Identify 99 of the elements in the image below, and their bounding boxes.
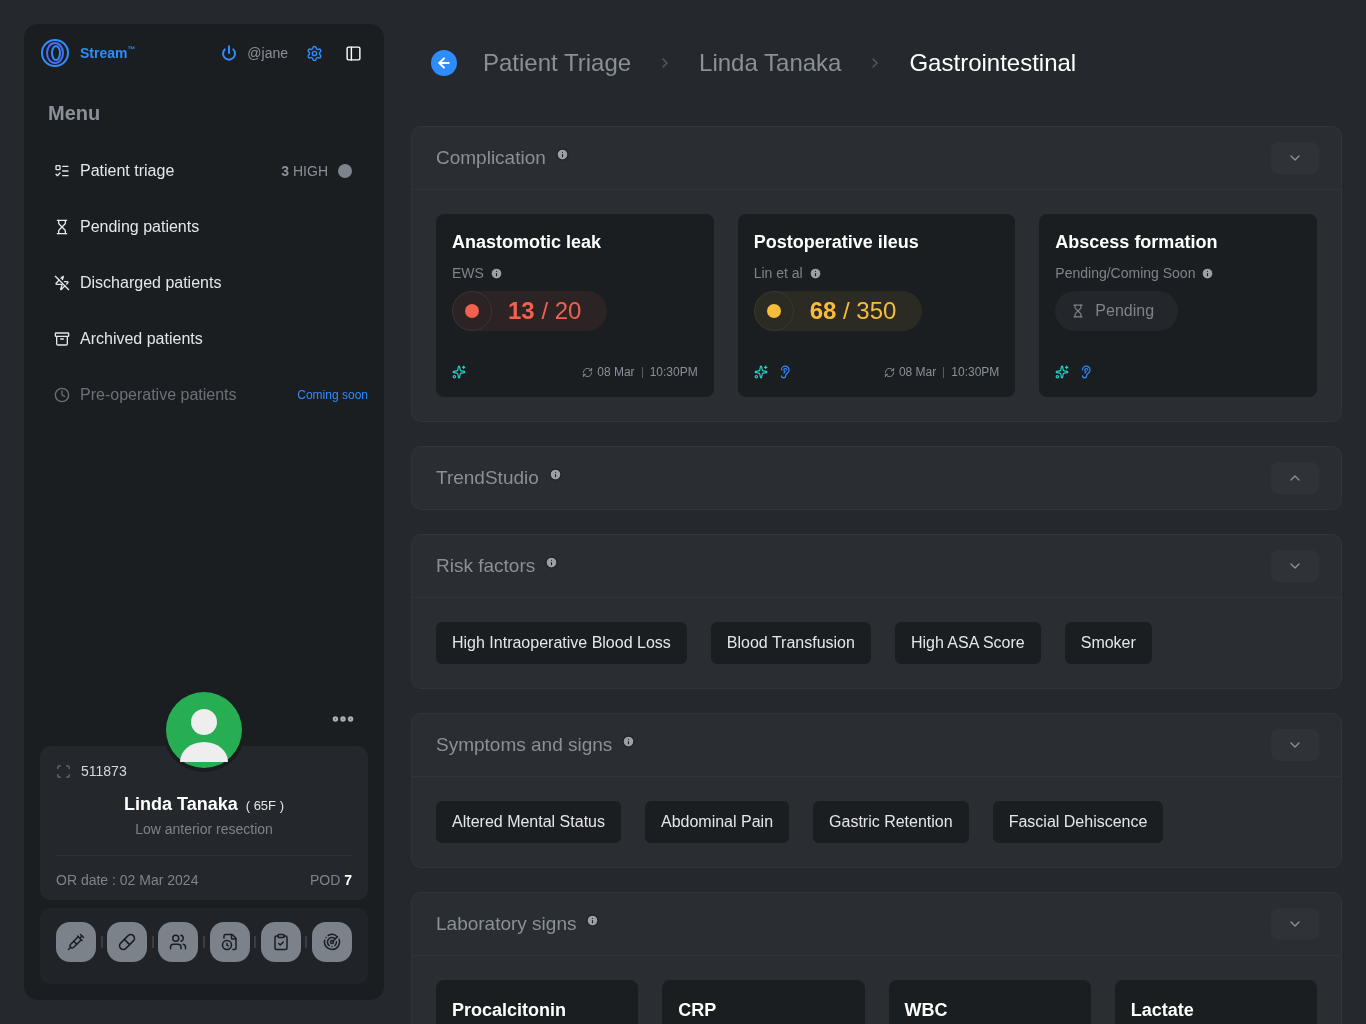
collapse-toggle[interactable] xyxy=(1271,550,1319,582)
score-source: Pending/Coming Soon xyxy=(1055,265,1196,281)
tag: Abdominal Pain xyxy=(644,801,790,843)
time: 10:30PM xyxy=(649,365,698,379)
status-dot xyxy=(338,164,352,178)
tag: Gastric Retention xyxy=(813,801,969,843)
scan-icon xyxy=(56,763,71,779)
score-value: 68 / 350 xyxy=(809,297,897,325)
action-button[interactable] xyxy=(311,922,352,962)
ear-icon[interactable] xyxy=(1079,365,1094,379)
lab-title: CRP xyxy=(678,1000,717,1020)
hourglass-icon xyxy=(1071,304,1086,318)
section-title: Risk factors xyxy=(436,555,536,577)
menu-heading: Menu xyxy=(48,102,102,125)
complication-card[interactable]: Anastomotic leak EWS 13 / 20 08 Mar 10:30PM xyxy=(436,214,714,397)
patient-id: 511873 xyxy=(81,763,127,779)
menu-item[interactable]: Discharged patients xyxy=(40,255,368,311)
age-sex: ( 65F ) xyxy=(245,798,284,813)
scanner-icon xyxy=(322,933,341,951)
info-icon xyxy=(555,148,569,161)
score-source: Lin et al xyxy=(753,265,803,281)
breadcrumb-link[interactable]: Patient Triage xyxy=(483,49,632,77)
section-title: Symptoms and signs xyxy=(436,734,613,756)
pod-day: POD 7 xyxy=(309,872,352,888)
collapse-toggle[interactable] xyxy=(1271,908,1319,940)
card-title: Postoperative ileus xyxy=(753,232,920,253)
procedure: Low anterior resection xyxy=(56,821,352,856)
collapse-toggle[interactable] xyxy=(1271,729,1319,761)
tag: Fascial Dehiscence xyxy=(992,801,1164,843)
info-icon xyxy=(1201,266,1215,280)
lab-title: Lactate xyxy=(1130,1000,1194,1020)
section-title: TrendStudio xyxy=(436,467,539,489)
or-date: OR date : 02 Mar 2024 xyxy=(56,872,199,888)
breadcrumb-link[interactable]: Gastrointestinal xyxy=(909,49,1077,77)
time: 10:30PM xyxy=(951,365,1000,379)
lightning-off-icon xyxy=(54,275,70,291)
lab-card[interactable]: WBC xyxy=(888,980,1091,1024)
section-title: Laboratory signs xyxy=(436,913,577,935)
info-icon xyxy=(489,266,503,280)
pill-icon xyxy=(118,933,137,951)
sparkles-icon[interactable] xyxy=(753,365,768,379)
action-button[interactable] xyxy=(158,922,199,962)
sparkles-icon[interactable] xyxy=(452,365,466,379)
tag: Smoker xyxy=(1064,622,1152,664)
action-button[interactable] xyxy=(260,922,301,962)
username: @jane xyxy=(247,45,288,61)
action-button[interactable] xyxy=(209,922,250,962)
complication-card[interactable]: Postoperative ileus Lin et al 68 / 350 08 Mar 10:30PM xyxy=(737,214,1016,397)
card-title: Abscess formation xyxy=(1055,232,1219,253)
list-icon xyxy=(54,163,70,179)
checklist-icon xyxy=(271,933,290,951)
tag: High Intraoperative Blood Loss xyxy=(436,622,687,664)
collapse-toggle[interactable] xyxy=(1271,142,1319,174)
archive-icon xyxy=(54,331,70,347)
refresh-icon xyxy=(883,366,895,378)
complication-card[interactable]: Abscess formation Pending/Coming Soon Pending xyxy=(1039,214,1317,397)
menu-item[interactable]: Archived patients xyxy=(40,311,368,367)
clock-icon xyxy=(54,387,70,403)
menu-item[interactable]: Pending patients xyxy=(40,199,368,255)
patient-name: Linda Tanaka xyxy=(124,794,238,815)
arrow-left-icon xyxy=(436,55,452,71)
info-icon xyxy=(586,914,600,927)
coming-soon-label: Coming soon xyxy=(297,388,368,402)
high-count: 3 HIGH xyxy=(281,163,328,179)
brand-name: Stream$^{™}$ xyxy=(80,45,136,61)
pending-pill: Pending xyxy=(1055,291,1179,331)
card-title: Anastomotic leak xyxy=(452,232,603,253)
section-title: Complication xyxy=(436,147,546,169)
breadcrumb-link[interactable]: Linda Tanaka xyxy=(699,49,842,77)
info-icon xyxy=(622,735,636,748)
info-icon xyxy=(545,556,559,569)
tag: Blood Transfusion xyxy=(710,622,871,664)
lab-title: WBC xyxy=(904,1000,948,1020)
sparkles-icon[interactable] xyxy=(1055,365,1070,379)
collapse-toggle[interactable] xyxy=(1271,462,1319,494)
settings-icon[interactable] xyxy=(306,44,323,62)
action-button[interactable] xyxy=(107,922,148,962)
score-source: EWS xyxy=(452,265,484,281)
lab-card[interactable]: Procalcitonin xyxy=(436,980,639,1024)
team-icon xyxy=(169,933,188,951)
info-icon xyxy=(808,266,822,280)
logo-icon xyxy=(40,38,70,68)
panel-toggle-icon[interactable] xyxy=(345,44,362,62)
tag: Altered Mental Status xyxy=(436,801,621,843)
info-icon xyxy=(548,468,562,481)
lab-title: Procalcitonin xyxy=(452,1000,567,1020)
power-icon[interactable] xyxy=(221,45,238,61)
back-button[interactable] xyxy=(431,50,457,76)
hourglass-icon xyxy=(54,219,70,235)
tag: High ASA Score xyxy=(894,622,1041,664)
lab-card[interactable]: Lactate xyxy=(1114,980,1317,1024)
lab-card[interactable]: CRP xyxy=(662,980,865,1024)
menu-item[interactable]: Patient triage 3 HIGH xyxy=(40,143,368,199)
score-value: 13 / 20 xyxy=(508,297,582,325)
date: 08 Mar xyxy=(597,365,635,379)
schedule-file-icon xyxy=(220,933,239,951)
action-button[interactable] xyxy=(56,922,96,962)
refresh-icon xyxy=(582,366,594,378)
date: 08 Mar xyxy=(898,365,937,379)
